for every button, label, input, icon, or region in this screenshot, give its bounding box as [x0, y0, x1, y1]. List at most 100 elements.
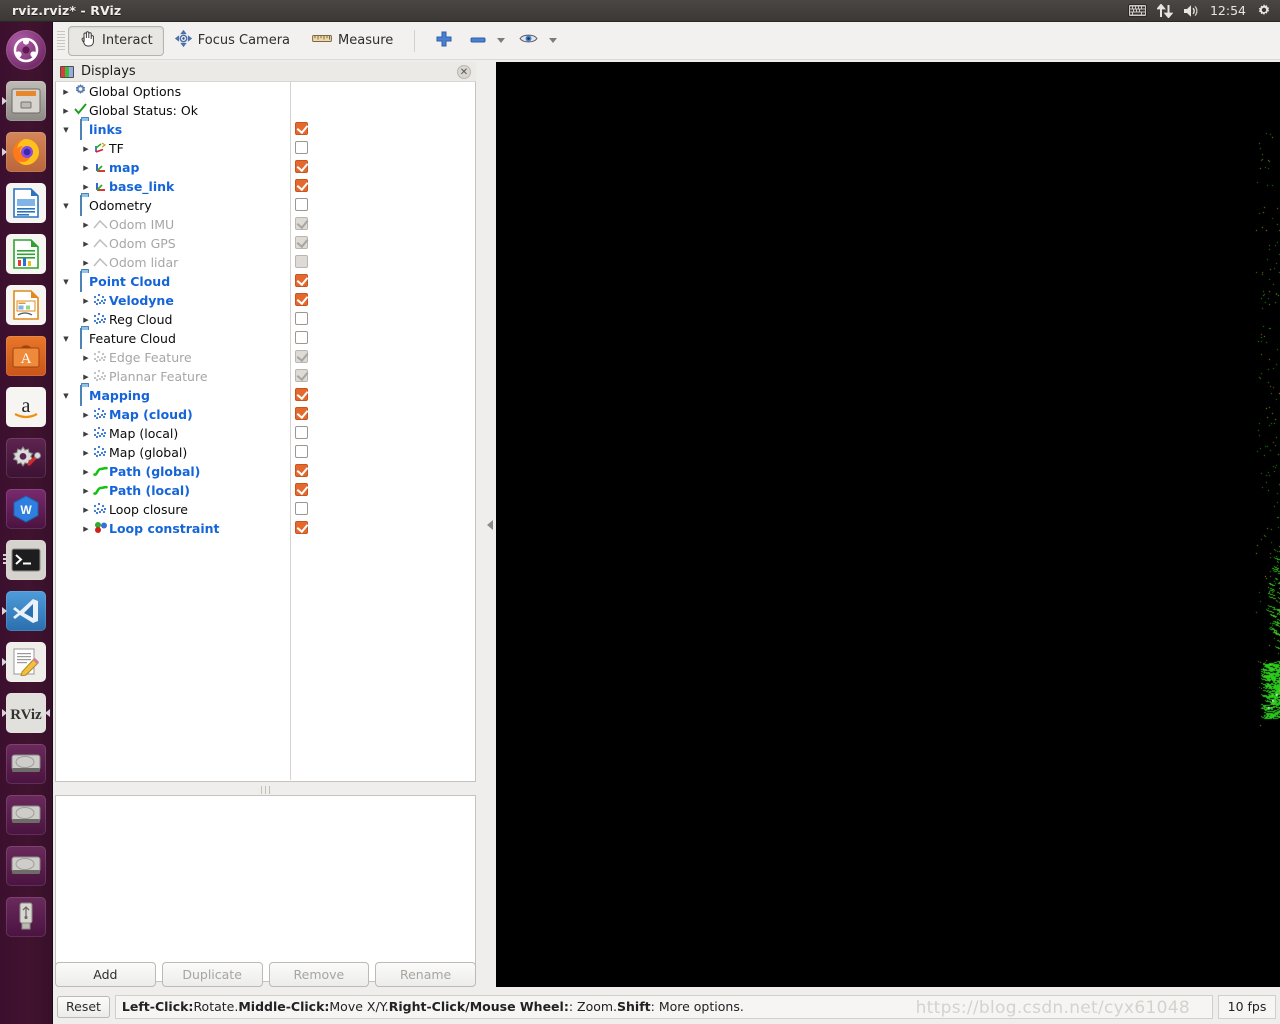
display-tree-row[interactable]: Feature Cloud [56, 328, 475, 349]
collapse-arrow-icon[interactable] [60, 201, 72, 210]
display-enable-checkbox[interactable] [295, 293, 308, 306]
display-tree-row[interactable]: Odometry [56, 195, 475, 216]
display-enable-checkbox[interactable] [295, 407, 308, 420]
display-tree-row[interactable]: Point Cloud [56, 271, 475, 292]
expand-arrow-icon[interactable] [80, 144, 92, 153]
launcher-item-firefox[interactable] [2, 128, 50, 176]
launcher-item-system-settings[interactable] [2, 434, 50, 482]
launcher-item-text-editor[interactable] [2, 638, 50, 686]
display-enable-checkbox[interactable] [295, 445, 308, 458]
display-enable-checkbox[interactable] [295, 388, 308, 401]
expand-arrow-icon[interactable] [80, 258, 92, 267]
display-tree-row[interactable]: Odom IMU [56, 215, 475, 234]
display-tree-row[interactable]: Velodyne [56, 291, 475, 310]
clock[interactable]: 12:54 [1210, 3, 1246, 18]
display-tree-row[interactable]: Plannar Feature [56, 367, 475, 386]
display-tree-row[interactable]: Global Options [56, 82, 475, 101]
collapse-arrow-icon[interactable] [60, 125, 72, 134]
expand-arrow-icon[interactable] [80, 239, 92, 248]
launcher-item-ubuntu-software[interactable]: A [2, 332, 50, 380]
remove-tool-button[interactable] [463, 26, 512, 56]
display-tree-row[interactable]: Odom lidar [56, 253, 475, 272]
chevron-down-icon[interactable] [497, 38, 506, 43]
expand-arrow-icon[interactable] [80, 220, 92, 229]
display-enable-checkbox[interactable] [295, 312, 308, 325]
render-view-3d[interactable] [496, 62, 1280, 987]
expand-arrow-icon[interactable] [60, 106, 72, 115]
close-icon[interactable]: ✕ [457, 65, 471, 79]
display-enable-checkbox[interactable] [295, 141, 308, 154]
launcher-item-disk-3[interactable] [2, 842, 50, 890]
point-cloud-canvas[interactable] [496, 62, 1280, 987]
display-tree-row[interactable]: Reg Cloud [56, 310, 475, 329]
chevron-down-icon[interactable] [549, 38, 558, 43]
visibility-tool-button[interactable] [512, 26, 564, 56]
display-tree-row[interactable]: links [56, 119, 475, 140]
launcher-item-ubuntu-dash[interactable] [2, 26, 50, 74]
expand-arrow-icon[interactable] [60, 87, 72, 96]
launcher-item-files[interactable] [2, 77, 50, 125]
display-tree-row[interactable]: Edge Feature [56, 348, 475, 367]
launcher-item-disk-2[interactable] [2, 791, 50, 839]
tool-interact-button[interactable]: Interact [68, 25, 164, 56]
display-enable-checkbox[interactable] [295, 502, 308, 515]
launcher-item-amazon[interactable]: a [2, 383, 50, 431]
display-enable-checkbox[interactable] [295, 521, 308, 534]
collapse-arrow-icon[interactable] [60, 334, 72, 343]
display-tree-row[interactable]: Loop closure [56, 500, 475, 519]
display-tree-row[interactable]: Odom GPS [56, 234, 475, 253]
display-enable-checkbox[interactable] [295, 122, 308, 135]
launcher-item-terminal[interactable] [2, 536, 50, 584]
collapse-arrow-icon[interactable] [60, 391, 72, 400]
launcher-item-vscode[interactable] [2, 587, 50, 635]
launcher-item-libreoffice-impress[interactable] [2, 281, 50, 329]
display-enable-checkbox[interactable] [295, 331, 308, 344]
display-tree-row[interactable]: Map (cloud) [56, 405, 475, 424]
expand-arrow-icon[interactable] [80, 372, 92, 381]
left-panel-collapse-handle[interactable] [484, 62, 496, 987]
display-enable-checkbox[interactable] [295, 464, 308, 477]
expand-arrow-icon[interactable] [80, 296, 92, 305]
expand-arrow-icon[interactable] [80, 163, 92, 172]
display-enable-checkbox[interactable] [295, 483, 308, 496]
network-updown-icon[interactable] [1156, 3, 1173, 18]
display-enable-checkbox[interactable] [295, 160, 308, 173]
display-tree-row[interactable]: base_link [56, 177, 475, 196]
display-enable-checkbox[interactable] [295, 179, 308, 192]
display-enable-checkbox[interactable] [295, 274, 308, 287]
display-tree-row[interactable]: Map (local) [56, 424, 475, 443]
display-tree-row[interactable]: Path (local) [56, 481, 475, 500]
display-enable-checkbox[interactable] [295, 198, 308, 211]
launcher-item-usb-drive[interactable] [2, 893, 50, 941]
expand-arrow-icon[interactable] [80, 353, 92, 362]
reset-button[interactable]: Reset [57, 995, 110, 1018]
launcher-item-wps-office[interactable]: W [2, 485, 50, 533]
expand-arrow-icon[interactable] [80, 467, 92, 476]
expand-arrow-icon[interactable] [80, 448, 92, 457]
display-tree-row[interactable]: map [56, 158, 475, 177]
expand-arrow-icon[interactable] [80, 315, 92, 324]
add-tool-button[interactable] [425, 26, 463, 56]
launcher-item-disk-1[interactable] [2, 740, 50, 788]
launcher-item-libreoffice-calc[interactable] [2, 230, 50, 278]
displays-tree[interactable]: Global Options Global Status: Ok links TF ma… [55, 82, 476, 782]
volume-icon[interactable] [1183, 4, 1200, 18]
keyboard-icon[interactable] [1127, 4, 1147, 17]
gear-icon[interactable] [1256, 3, 1272, 19]
expand-arrow-icon[interactable] [80, 524, 92, 533]
display-tree-row[interactable]: Global Status: Ok [56, 101, 475, 120]
display-tree-row[interactable]: Loop constraint [56, 519, 475, 538]
displays-add-button[interactable]: Add [55, 962, 156, 987]
collapse-arrow-icon[interactable] [60, 277, 72, 286]
expand-arrow-icon[interactable] [80, 505, 92, 514]
tool-measure-button[interactable]: Measure [301, 26, 404, 56]
expand-arrow-icon[interactable] [80, 410, 92, 419]
expand-arrow-icon[interactable] [80, 429, 92, 438]
display-tree-row[interactable]: Map (global) [56, 443, 475, 462]
expand-arrow-icon[interactable] [80, 182, 92, 191]
display-enable-checkbox[interactable] [295, 426, 308, 439]
display-tree-row[interactable]: TF [56, 139, 475, 158]
tool-focus-camera-button[interactable]: Focus Camera [164, 26, 301, 56]
display-tree-row[interactable]: Mapping [56, 385, 475, 406]
launcher-item-rviz[interactable]: RViz [2, 689, 50, 737]
